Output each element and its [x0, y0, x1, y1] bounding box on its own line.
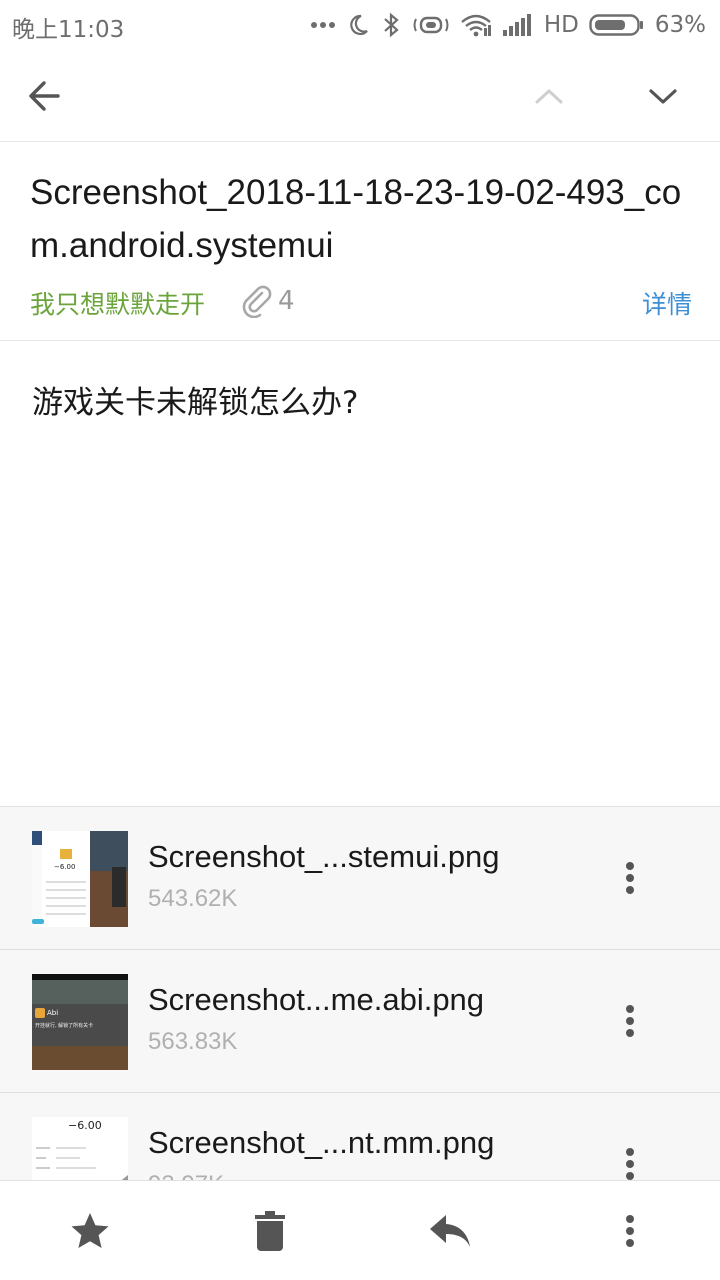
attachment-size: 563.83K: [148, 1028, 238, 1055]
more-vertical-icon: [626, 1215, 634, 1247]
attachment-item[interactable]: Abi 开挂就行, 解锁了所有关卡 Screenshot...me.abi.pn…: [0, 950, 720, 1093]
more-vertical-icon: [626, 862, 634, 894]
more-vertical-icon: [626, 1005, 634, 1037]
divider: [0, 340, 720, 341]
reply-button[interactable]: [420, 1201, 480, 1261]
attachment-name: Screenshot_...nt.mm.png: [148, 1125, 495, 1160]
previous-email-button[interactable]: [521, 68, 577, 124]
app-bar: [0, 50, 720, 142]
attachment-thumbnail: Abi 开挂就行, 解锁了所有关卡: [32, 974, 128, 1070]
status-time: 晚上11:03: [12, 17, 125, 43]
moon-icon: [350, 14, 368, 36]
bottom-action-bar: [0, 1180, 720, 1280]
attachment-count: 4: [278, 286, 295, 316]
vibrate-icon: [413, 16, 449, 34]
trash-icon: [255, 1211, 285, 1251]
attachment-more-button[interactable]: [610, 1139, 650, 1180]
more-dots-icon: [310, 22, 335, 28]
battery-icon: [589, 14, 643, 36]
next-email-button[interactable]: [635, 68, 691, 124]
star-icon: [71, 1213, 109, 1248]
attachment-more-button[interactable]: [610, 996, 650, 1046]
thumbnail-app-name: Abi: [47, 1009, 59, 1017]
sender-name[interactable]: 我只想默默走开: [30, 285, 205, 321]
wifi-icon: [461, 14, 491, 37]
reply-icon: [430, 1215, 470, 1247]
attachment-name: Screenshot...me.abi.png: [148, 982, 485, 1017]
arrow-left-icon: [29, 81, 60, 111]
back-button[interactable]: [16, 68, 72, 124]
status-bar: 晚上11:03 HD 63%: [0, 0, 720, 50]
chevron-up-icon: [535, 89, 563, 104]
network-type: HD: [543, 12, 579, 38]
attachment-item[interactable]: −6.00 Screenshot_...stemui.png 543.62K: [0, 807, 720, 950]
signal-icon: [502, 14, 531, 36]
details-link[interactable]: 详情: [642, 285, 692, 321]
thumbnail-amount: −6.00: [54, 863, 76, 871]
star-button[interactable]: [60, 1201, 120, 1261]
attachment-name: Screenshot_...stemui.png: [148, 839, 500, 874]
chevron-down-icon: [649, 89, 677, 104]
more-actions-button[interactable]: [600, 1201, 660, 1261]
status-icons: HD 63%: [310, 8, 706, 42]
delete-button[interactable]: [240, 1201, 300, 1261]
email-subject: Screenshot_2018-11-18-23-19-02-493_com.a…: [30, 173, 682, 265]
thumbnail-message: 开挂就行, 解锁了所有关卡: [35, 1023, 94, 1029]
attachment-size: 93.97K: [148, 1171, 224, 1180]
thumbnail-amount: −6.00: [68, 1119, 102, 1132]
bluetooth-icon: [384, 12, 399, 38]
attachment-indicator: 4: [240, 284, 295, 318]
attachment-size: 543.62K: [148, 885, 238, 912]
more-vertical-icon: [626, 1148, 634, 1180]
attachment-item[interactable]: −6.00 Screenshot_...nt.mm.png 93.97K: [0, 1093, 720, 1180]
email-body: 游戏关卡未解锁怎么办?: [32, 385, 359, 421]
battery-percent: 63%: [654, 12, 706, 38]
attachment-list: −6.00 Screenshot_...stemui.png 543.62K A…: [0, 806, 720, 1180]
attachment-thumbnail: −6.00: [32, 1117, 128, 1180]
attachment-more-button[interactable]: [610, 853, 650, 903]
paperclip-icon: [242, 285, 272, 318]
email-meta: 我只想默默走开 4 详情: [30, 282, 694, 324]
attachment-thumbnail: −6.00: [32, 831, 128, 927]
